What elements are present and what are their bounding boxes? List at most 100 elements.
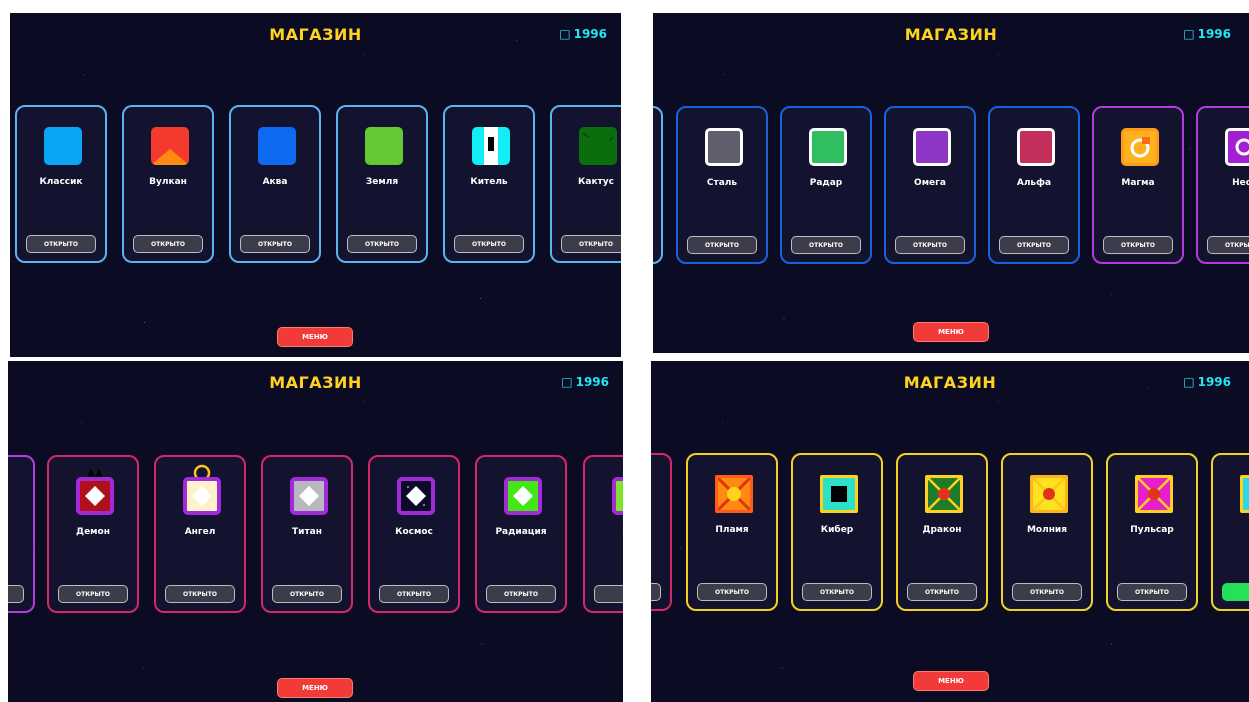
skin-card-aqua[interactable]: Аква ОТКРЫТО <box>229 105 321 263</box>
open-button[interactable]: ОТКРЫТО <box>133 235 203 253</box>
skin-card-earth[interactable]: Земля ОТКРЫТО <box>336 105 428 263</box>
skin-name: Радар <box>809 178 843 188</box>
flame-square-icon <box>715 475 753 513</box>
open-button[interactable]: ОТКРЫТО <box>272 585 342 603</box>
open-button[interactable]: ОТКРЫТО <box>1117 583 1187 601</box>
skin-card-partial-left[interactable] <box>8 455 35 613</box>
skin-name: Демон <box>76 527 110 537</box>
radar-square-icon <box>809 128 847 166</box>
skin-card-steel[interactable]: Сталь ОТКРЫТО <box>676 106 768 264</box>
demon-square-icon <box>76 477 114 515</box>
skin-card-neo[interactable]: Нео ОТКРЫТО <box>1196 106 1249 264</box>
skin-card-radiation[interactable]: Радиация ОТКРЫТО <box>475 455 567 613</box>
skin-card-flame[interactable]: Пламя ОТКРЫТО <box>686 453 778 611</box>
striped-tunic-square-icon <box>472 127 510 165</box>
coin-counter: □ 1996 <box>559 27 607 41</box>
skin-card-cactus[interactable]: Кактус ОТКРЫТО <box>550 105 621 263</box>
skin-card-classic[interactable]: Классик ОТКРЫТО <box>15 105 107 263</box>
dragon-square-icon <box>925 475 963 513</box>
open-button[interactable]: ОТКРЫТО <box>26 235 96 253</box>
open-button[interactable]: ОТКРЫТО <box>454 235 524 253</box>
pulsar-square-icon <box>1135 475 1173 513</box>
open-button[interactable]: ОТКРЫТО <box>347 235 417 253</box>
skin-card-partial-right[interactable]: К 2 <box>1211 453 1249 611</box>
coin-value: 1996 <box>1197 375 1231 389</box>
open-button[interactable]: ОТКРЫТО <box>802 583 872 601</box>
skin-card-lightning[interactable]: Молния ОТКРЫТО <box>1001 453 1093 611</box>
open-button[interactable]: ОТКРЫТО <box>1012 583 1082 601</box>
coin-value: 1996 <box>575 375 609 389</box>
cyan-square-icon <box>1240 475 1249 513</box>
open-button[interactable]: ОТКРЫТО <box>58 585 128 603</box>
skin-card-pulsar[interactable]: Пульсар ОТКРЫТО <box>1106 453 1198 611</box>
skin-card-cosmos[interactable]: Космос ОТКРЫТО <box>368 455 460 613</box>
open-button[interactable]: ОТКРЫТО <box>240 235 310 253</box>
skin-card-titan[interactable]: Титан ОТКРЫТО <box>261 455 353 613</box>
skin-card-alpha[interactable]: Альфа ОТКРЫТО <box>988 106 1080 264</box>
open-button[interactable]: ОТКРЫТО <box>379 585 449 603</box>
menu-button[interactable]: МЕНЮ <box>913 322 989 342</box>
menu-button[interactable]: МЕНЮ <box>913 671 989 691</box>
plain-aqua-square-icon <box>258 127 296 165</box>
skin-card-cyber[interactable]: Кибер ОТКРЫТО <box>791 453 883 611</box>
skin-name: Титан <box>292 527 322 537</box>
open-button[interactable]: ОТКРЫТО <box>165 585 235 603</box>
skin-name: Вулкан <box>149 177 187 187</box>
equip-button[interactable]: 2 <box>1222 583 1249 601</box>
open-button[interactable]: ОТКРЫТО <box>687 236 757 254</box>
skin-name: Дракон <box>922 525 962 535</box>
open-button[interactable] <box>8 585 24 603</box>
cactus-square-icon <box>579 127 617 165</box>
shop-screen-2: МАГАЗИН □ 1996 Сталь ОТКРЫТО Радар ОТКРЫТ… <box>653 13 1249 353</box>
open-button[interactable]: ОТКРЫТО <box>907 583 977 601</box>
open-button[interactable] <box>594 585 623 603</box>
coin-value: 1996 <box>1197 27 1231 41</box>
skin-card-magma[interactable]: Магма ОТКРЫТО <box>1092 106 1184 264</box>
menu-button[interactable]: МЕНЮ <box>277 327 353 347</box>
open-button[interactable]: ОТКРЫТО <box>1207 236 1249 254</box>
alpha-square-icon <box>1017 128 1055 166</box>
neo-square-icon <box>1225 128 1249 166</box>
open-button[interactable]: ОТКРЫТО <box>895 236 965 254</box>
plain-blue-square-icon <box>44 127 82 165</box>
open-button[interactable]: ОТКРЫТО <box>791 236 861 254</box>
skin-name: Радиация <box>495 527 547 537</box>
skin-name: Классик <box>39 177 83 187</box>
angel-square-icon <box>183 477 221 515</box>
skin-card-omega[interactable]: Омега ОТКРЫТО <box>884 106 976 264</box>
skin-card-volcano[interactable]: Вулкан ОТКРЫТО <box>122 105 214 263</box>
open-button[interactable]: ОТКРЫТО <box>697 583 767 601</box>
skin-card-partial-left[interactable] <box>653 106 663 264</box>
lightning-square-icon <box>1030 475 1068 513</box>
green-diamond-square-icon <box>612 477 623 515</box>
skin-name: Сталь <box>706 178 738 188</box>
skin-name: Молния <box>1026 525 1068 535</box>
volcano-square-icon <box>151 127 189 165</box>
skin-name: То <box>585 527 624 537</box>
open-button[interactable]: ОТКРЫТО <box>1103 236 1173 254</box>
skin-card-tunic[interactable]: Китель ОТКРЫТО <box>443 105 535 263</box>
shop-screen-1: МАГАЗИН □ 1996 Классик ОТКРЫТО Вулкан ОТК… <box>10 13 621 357</box>
open-button[interactable]: ОТКРЫТО <box>561 235 621 253</box>
skin-name: Китель <box>470 177 508 187</box>
skin-card-demon[interactable]: Демон ОТКРЫТО <box>47 455 139 613</box>
radiation-square-icon <box>504 477 542 515</box>
coin-counter: □ 1996 <box>561 375 609 389</box>
skin-card-angel[interactable]: Ангел ОТКРЫТО <box>154 455 246 613</box>
open-button[interactable]: ОТКРЫТО <box>486 585 556 603</box>
skin-card-partial-right[interactable]: То <box>583 455 623 613</box>
menu-button[interactable]: МЕНЮ <box>277 678 353 698</box>
coin-value: 1996 <box>573 27 607 41</box>
omega-square-icon <box>913 128 951 166</box>
skin-name: К <box>1213 525 1249 535</box>
shop-title: МАГАЗИН <box>903 373 997 392</box>
open-button[interactable]: ОТКРЫТО <box>999 236 1069 254</box>
open-button[interactable] <box>651 583 661 601</box>
skin-name: Кибер <box>820 525 854 535</box>
skin-card-radar[interactable]: Радар ОТКРЫТО <box>780 106 872 264</box>
skin-name: Пламя <box>715 525 749 535</box>
skin-card-dragon[interactable]: Дракон ОТКРЫТО <box>896 453 988 611</box>
skin-name: Кактус <box>578 177 614 187</box>
skin-card-partial-left[interactable] <box>651 453 672 611</box>
magma-square-icon <box>1121 128 1159 166</box>
